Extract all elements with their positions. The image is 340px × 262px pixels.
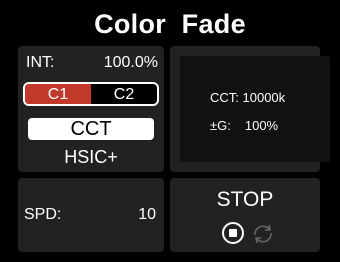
stop-icon[interactable] — [222, 222, 244, 244]
speed-value: 10 — [138, 206, 156, 223]
loop-icon[interactable] — [250, 222, 276, 246]
cct-readout[interactable]: CCT: 10000k ±G: 100% — [180, 56, 330, 162]
mode-cct-option[interactable]: CCT — [28, 118, 154, 140]
speed-panel[interactable]: SPD: 10 — [18, 178, 164, 252]
page-title: Color Fade — [94, 9, 246, 39]
channel-c2-button[interactable]: C2 — [91, 84, 157, 104]
mode-hsic-option[interactable]: HSIC+ — [28, 146, 154, 168]
speed-label: SPD: — [24, 206, 62, 223]
playback-panel[interactable]: STOP — [170, 178, 320, 252]
channel-c1-button[interactable]: C1 — [25, 84, 91, 104]
intensity-label: INT: — [26, 54, 55, 71]
intensity-panel: INT: 100.0% C1 C2 CCT HSIC+ — [18, 46, 164, 172]
green-shift-label: ±G: — [210, 118, 231, 133]
stop-label: STOP — [216, 188, 274, 211]
intensity-value[interactable]: 100.0% — [104, 54, 158, 72]
green-shift-value: 100% — [244, 118, 279, 133]
green-shift: ±G: 100% — [210, 118, 278, 133]
cct-panel: CCT: 10000k ±G: 100% — [170, 46, 330, 172]
channel-selector: C1 C2 — [23, 82, 159, 106]
cct-value: CCT: 10000k — [210, 90, 286, 105]
